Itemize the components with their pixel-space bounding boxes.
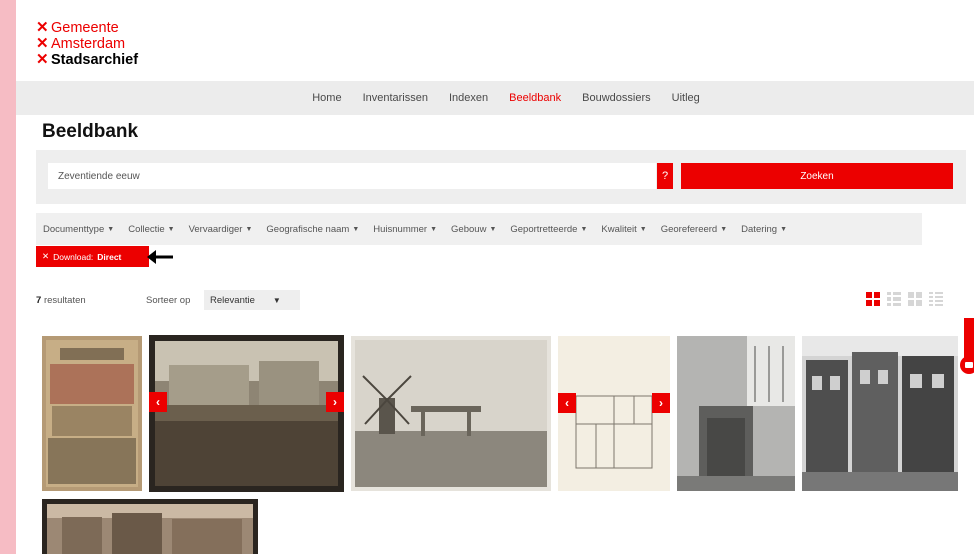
filter-georefereerd[interactable]: Georefereerd ▼: [654, 224, 734, 235]
chevron-down-icon: ▼: [272, 295, 281, 305]
filter-label: Huisnummer: [373, 223, 428, 235]
filter-label: Documenttype: [43, 223, 105, 235]
thumb-crowd-photo[interactable]: ‹ ›: [149, 335, 344, 492]
main-nav: Home Inventarissen Indexen Beeldbank Bou…: [16, 81, 974, 115]
filter-label: Collectie: [128, 223, 165, 235]
filter-vervaardiger[interactable]: Vervaardiger ▼: [182, 224, 260, 235]
thumb-floor-plan[interactable]: ‹ ›: [558, 336, 670, 491]
active-filter-label: Download:: [53, 251, 94, 262]
filter-geportretteerde[interactable]: Geportretteerde ▼: [503, 224, 594, 235]
search-bar: ? Zoeken: [36, 150, 966, 204]
thumb-church-interior[interactable]: [677, 336, 795, 491]
nav-item-indexen[interactable]: Indexen: [449, 92, 488, 104]
windmill-print-image: [351, 336, 551, 491]
cross-icon: ✕: [36, 19, 49, 36]
filter-documenttype[interactable]: Documenttype ▼: [36, 224, 121, 235]
chevron-down-icon: ▼: [352, 225, 360, 233]
canal-houses-image: [802, 336, 958, 491]
arrow-left-icon: [147, 250, 173, 264]
filter-label: Vervaardiger: [188, 223, 243, 235]
crowd-photo-image: [155, 341, 338, 486]
side-feedback-tab[interactable]: [964, 318, 974, 358]
filter-datering[interactable]: Datering ▼: [734, 224, 794, 235]
grid-view-icon[interactable]: [866, 292, 880, 306]
search-input[interactable]: [48, 163, 656, 189]
active-filter-download-chip[interactable]: ✕ Download: Direct: [36, 246, 149, 267]
thumb-windmill-print[interactable]: [351, 336, 551, 491]
carousel-prev-button[interactable]: ‹: [558, 393, 576, 413]
sort-select[interactable]: Relevantie ▼: [204, 290, 300, 310]
sort-label: Sorteer op: [146, 295, 191, 306]
results-label: resultaten: [43, 295, 86, 306]
filter-geografische-naam[interactable]: Geografische naam ▼: [259, 224, 366, 235]
list-thumb-view-icon[interactable]: [887, 292, 901, 306]
view-switcher: [866, 292, 943, 306]
chevron-down-icon: ▼: [245, 225, 253, 233]
chevron-down-icon: ▼: [780, 225, 788, 233]
logo-text-gemeente: Gemeente: [51, 20, 119, 36]
filter-label: Kwaliteit: [601, 223, 637, 235]
filter-label: Geografische naam: [266, 223, 350, 235]
logo-line-1: ✕ Gemeente: [36, 19, 138, 37]
filter-huisnummer[interactable]: Huisnummer ▼: [366, 224, 444, 235]
remove-filter-icon[interactable]: ✕: [42, 251, 49, 262]
filter-bar: Documenttype ▼ Collectie ▼ Vervaardiger ▼ G…: [36, 213, 922, 245]
logo-text-stadsarchief: Stadsarchief: [51, 52, 139, 68]
sort-value: Relevantie: [210, 294, 255, 306]
chevron-down-icon: ▼: [639, 225, 647, 233]
filter-label: Geportretteerde: [510, 223, 578, 235]
page-title: Beeldbank: [42, 121, 139, 142]
filter-label: Georefereerd: [660, 223, 718, 235]
thumb-street-photo[interactable]: [42, 499, 258, 554]
filter-collectie[interactable]: Collectie ▼: [121, 224, 181, 235]
chevron-down-icon: ▼: [107, 225, 115, 233]
thumb-canal-houses[interactable]: [802, 336, 958, 491]
cross-icon: ✕: [36, 35, 49, 52]
chevron-down-icon: ▼: [430, 225, 438, 233]
results-number: 7: [36, 295, 42, 306]
carousel-next-button[interactable]: ›: [326, 392, 344, 412]
stadsarchief-logo[interactable]: ✕ Gemeente ✕ Amsterdam ✕ Stadsarchief: [36, 19, 139, 69]
nav-item-beeldbank[interactable]: Beeldbank: [509, 92, 561, 104]
logo-line-3: ✕ Stadsarchief: [36, 51, 139, 69]
poster-image: [42, 336, 142, 491]
search-button[interactable]: Zoeken: [681, 163, 953, 189]
nav-item-uitleg[interactable]: Uitleg: [672, 92, 700, 104]
search-help-button[interactable]: ?: [657, 163, 673, 189]
floor-plan-image: [558, 336, 670, 491]
cross-icon: ✕: [36, 51, 49, 68]
nav-item-bouwdossiers[interactable]: Bouwdossiers: [582, 92, 650, 104]
chevron-down-icon: ▼: [167, 225, 175, 233]
chevron-down-icon: ▼: [580, 225, 588, 233]
active-filter-value: Direct: [97, 251, 122, 262]
street-photo-image: [47, 504, 253, 554]
church-interior-image: [677, 336, 795, 491]
nav-item-inventarissen[interactable]: Inventarissen: [363, 92, 428, 104]
list-view-icon[interactable]: [929, 292, 943, 306]
logo-text-amsterdam: Amsterdam: [51, 36, 126, 52]
chevron-down-icon: ▼: [720, 225, 728, 233]
chat-icon[interactable]: [960, 356, 974, 374]
logo-line-2: ✕ Amsterdam: [36, 35, 138, 53]
nav-item-home[interactable]: Home: [312, 92, 341, 104]
large-grid-view-icon[interactable]: [908, 292, 922, 306]
carousel-prev-button[interactable]: ‹: [149, 392, 167, 412]
filter-label: Datering: [741, 223, 778, 235]
carousel-next-button[interactable]: ›: [652, 393, 670, 413]
results-count: 7 resultaten: [36, 295, 86, 306]
thumb-handeling-poster[interactable]: [42, 336, 142, 491]
filter-gebouw[interactable]: Gebouw ▼: [444, 224, 503, 235]
filter-label: Gebouw: [451, 223, 487, 235]
filter-kwaliteit[interactable]: Kwaliteit ▼: [594, 224, 653, 235]
page: ✕ Gemeente ✕ Amsterdam ✕ Stadsarchief Ho…: [16, 0, 974, 554]
chevron-down-icon: ▼: [489, 225, 497, 233]
